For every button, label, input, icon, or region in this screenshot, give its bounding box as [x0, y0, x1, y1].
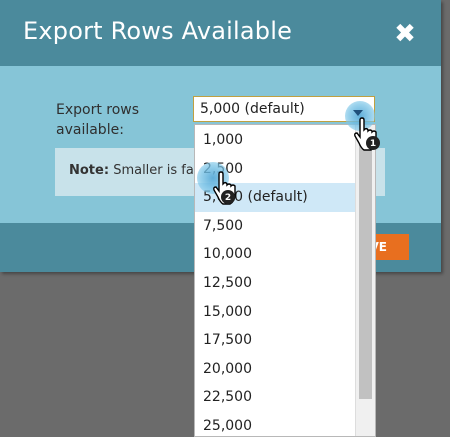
dropdown-option[interactable]: 22,500: [195, 383, 355, 412]
dropdown-option[interactable]: 15,000: [195, 298, 355, 327]
step-badge-1: 1: [370, 139, 376, 149]
note-text: Note: Smaller is fas: [69, 163, 201, 178]
dropdown-scrollbar[interactable]: [355, 125, 375, 436]
dropdown-option[interactable]: 17,500: [195, 326, 355, 355]
dropdown-option[interactable]: 25,000: [195, 412, 355, 436]
note-body: Smaller is fas: [113, 163, 201, 178]
export-rows-label: Export rows available:: [56, 102, 140, 138]
dropdown-option[interactable]: 1,000: [195, 126, 355, 155]
dialog-title: Export Rows Available: [23, 17, 293, 45]
dropdown-option[interactable]: 12,500: [195, 269, 355, 298]
dropdown-option[interactable]: 20,000: [195, 355, 355, 384]
hand-pointer-icon: 1: [354, 117, 380, 151]
close-icon[interactable]: ✖: [393, 21, 417, 47]
dialog-header: Export Rows Available ✖: [0, 0, 441, 66]
dropdown-option[interactable]: 10,000: [195, 240, 355, 269]
step-badge-2: 2: [225, 193, 231, 203]
note-label: Note:: [69, 163, 110, 178]
hand-pointer-icon: 2: [213, 171, 236, 205]
scrollbar-thumb[interactable]: [359, 143, 372, 399]
dropdown-option[interactable]: 7,500: [195, 212, 355, 241]
chevron-down-icon[interactable]: [353, 110, 363, 116]
